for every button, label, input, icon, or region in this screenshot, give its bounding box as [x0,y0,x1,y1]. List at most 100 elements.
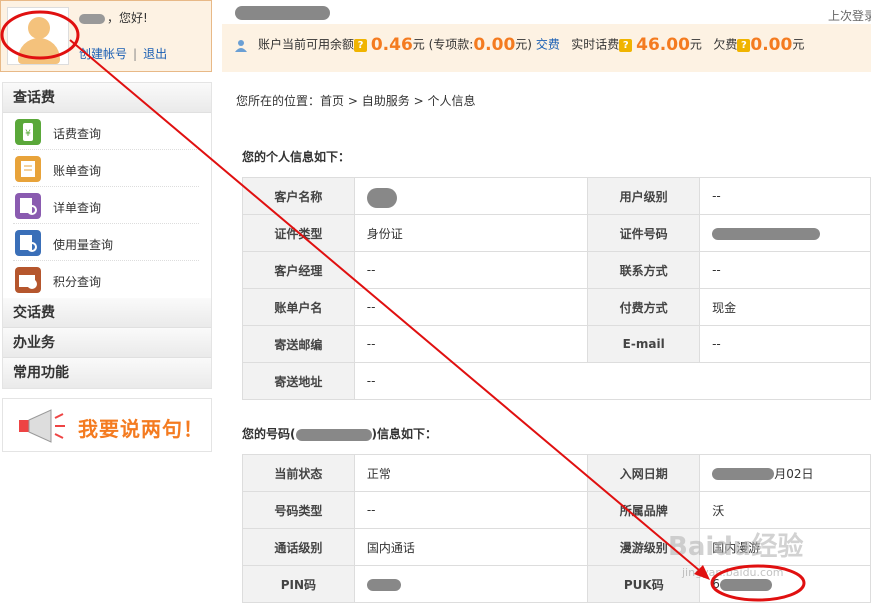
feedback-text: 我要说两句！ [78,417,204,441]
watermark-sub: jingyan.baidu.com [682,566,784,579]
field-value: -- [699,325,871,363]
field-label: 用户级别 [587,177,701,215]
field-label: 号码类型 [242,491,355,529]
field-label: PIN码 [242,565,355,603]
pay-link[interactable]: 交费 [536,38,560,52]
field-label: 当前状态 [242,454,355,492]
field-label: 证件号码 [587,214,701,252]
breadcrumb-prefix: 您所在的位置： [236,94,321,108]
field-value: -- [353,491,589,529]
blurred-username [79,13,105,24]
bill-icon [15,156,41,182]
page: ，您好! 创建帐号 | 退出 查话费 ¥ 话费查询 账单查询 详单查询 使用量查询 … [0,0,871,603]
feedback-banner[interactable]: 我要说两句！ [2,398,212,452]
help-icon[interactable]: ? [619,38,633,52]
sidebar-item-detail-query[interactable]: 详单查询 [13,187,199,224]
personal-info-title: 您的个人信息如下： [242,150,351,164]
phone-bill-icon: ¥ [15,119,41,145]
field-label: 账单户名 [242,288,355,326]
menu-section-common[interactable]: 常用功能 [3,358,211,388]
field-value: 沃 [699,491,871,529]
field-value: -- [699,177,871,215]
menu-section-query-fee[interactable]: 查话费 [3,83,211,113]
table-row: 账单户名 -- 付费方式 现金 [242,288,871,326]
blurred-value [712,468,775,480]
field-label: 联系方式 [587,251,701,289]
sidebar-item-label: 账单查询 [53,164,102,178]
sidebar-item-usage-query[interactable]: 使用量查询 [13,224,199,261]
create-account-link[interactable]: 创建帐号 [79,47,127,61]
watermark: Baidu经验 [668,532,804,562]
table-row: 寄送地址 -- [242,362,871,400]
field-value: -- [353,362,871,400]
avatar[interactable] [7,7,69,65]
blurred-value [366,578,401,591]
table-row: 客户经理 -- 联系方式 -- [242,251,871,289]
blurred-value [366,188,397,208]
field-value: -- [699,251,871,289]
puk-prefix: 6 [712,577,720,591]
field-label: 寄送地址 [242,362,355,400]
avatar-head-icon [28,17,50,39]
greeting: ，您好! [79,9,148,26]
greeting-text: ，您好! [107,11,148,25]
megaphone-icon [19,409,65,443]
sidebar-item-label: 话费查询 [53,127,102,141]
balance-amount: 0.46 [370,35,413,55]
points-icon [15,267,41,293]
personal-info-table: 客户名称 用户级别 -- 证件类型 身份证 证件号码 客户经理 -- 联系方式 … [242,177,871,400]
link-separator: | [133,47,138,61]
table-row: 号码类型 -- 所属品牌 沃 [242,491,871,529]
sidebar-item-points-query[interactable]: 积分查询 [13,261,199,298]
table-row: 客户名称 用户级别 -- [242,177,871,215]
last-login-text: 上次登录 [828,9,871,23]
breadcrumb-current: 个人信息 [427,94,476,108]
logout-link[interactable]: 退出 [143,47,167,61]
blurred-header-name [235,6,330,20]
special-unit: 元) [515,37,532,52]
special-amount: 0.00 [473,35,516,55]
field-value: 身份证 [353,214,589,252]
help-icon[interactable]: ? [737,38,751,52]
field-value [699,214,871,252]
sidebar-item-fee-query[interactable]: ¥ 话费查询 [13,113,199,150]
user-icon [235,40,247,52]
menu-section-business[interactable]: 办业务 [3,328,211,358]
realtime-fee-label: 实时话费 [571,37,620,52]
blurred-number [295,428,372,441]
field-label: 寄送邮编 [242,325,355,363]
breadcrumb-sep: > [413,94,424,108]
breadcrumb: 您所在的位置：首页 > 自助服务 > 个人信息 [236,92,476,109]
table-row: 寄送邮编 -- E-mail -- [242,325,871,363]
balance-line: 账户当前可用余额? 0.46元 (专项款:0.00元) 交费 实时话费? 46.… [258,35,804,55]
number-title-suffix: )信息如下： [371,427,438,441]
usage-icon [15,230,41,256]
field-value: 国内通话 [353,528,589,566]
avatar-body-icon [18,38,60,64]
sidebar-item-label: 积分查询 [53,275,102,289]
help-icon[interactable]: ? [354,38,368,52]
menu-section-pay-fee[interactable]: 交话费 [3,298,211,328]
field-value: -- [353,288,589,326]
field-value: -- [353,251,589,289]
sidebar-item-bill-query[interactable]: 账单查询 [13,150,199,187]
field-value: 月02日 [699,454,871,492]
field-label: E-mail [587,325,701,363]
field-label: 通话级别 [242,528,355,566]
number-info-title: 您的号码()信息如下： [242,425,437,442]
sidebar-item-label: 详单查询 [53,201,102,215]
realtime-fee-amount: 46.00 [636,35,690,55]
join-date-suffix: 月02日 [774,466,814,481]
breadcrumb-self-service[interactable]: 自助服务 [362,94,410,108]
field-label: 客户经理 [242,251,355,289]
field-label: 所属品牌 [587,491,701,529]
balance-unit: 元 (专项款: [412,37,474,52]
sidebar-item-label: 使用量查询 [53,238,114,252]
arrears-label: 欠费 [713,37,738,52]
breadcrumb-sep: > [347,94,358,108]
field-value: -- [353,325,589,363]
balance-label: 账户当前可用余额 [258,37,355,52]
field-value [353,565,589,603]
breadcrumb-home[interactable]: 首页 [320,94,344,108]
table-row: 证件类型 身份证 证件号码 [242,214,871,252]
